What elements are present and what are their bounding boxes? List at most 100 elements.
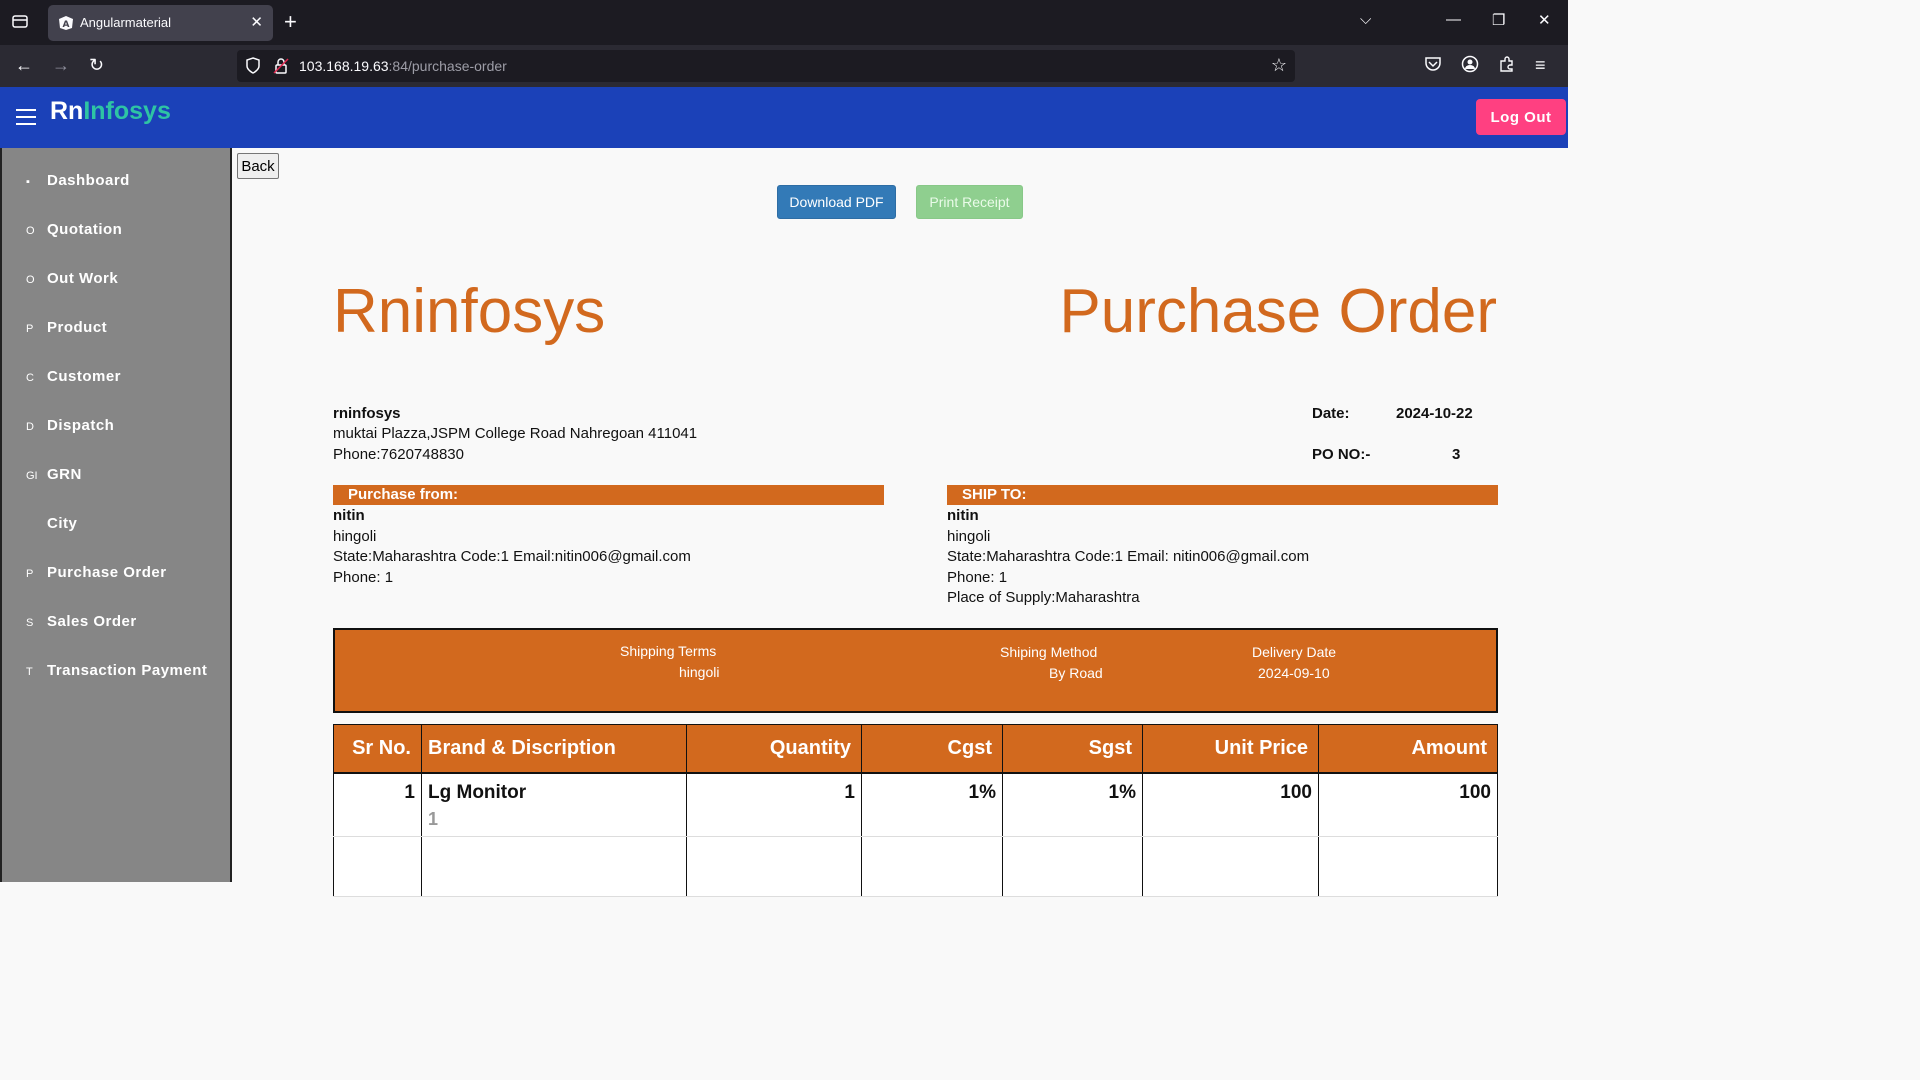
ship-to-state-email: State:Maharashtra Code:1 Email: nitin006… xyxy=(947,548,1310,565)
date-value: 2024-10-22 xyxy=(1396,405,1473,422)
sidebar-item-grn[interactable]: GI GRN xyxy=(2,456,232,496)
hamburger-menu-icon[interactable] xyxy=(16,109,36,125)
sidebar-item-label: Quotation xyxy=(47,221,123,238)
empty-cell xyxy=(861,836,1003,897)
item-description: 1 xyxy=(428,808,439,829)
browser-nav-bar: ← → ↻ 103.168.19.63:84/purchase-order ☆ … xyxy=(0,45,1568,87)
shipping-terms-value: hingoli xyxy=(679,664,720,680)
sidebar: ▪ Dashboard O Quotation O Out Work P Product C Cu… xyxy=(0,148,232,882)
empty-cell xyxy=(333,836,422,897)
sidebar-item-transaction-payment[interactable]: T Transaction Payment xyxy=(2,652,232,692)
main-content: Back Download PDF Print Receipt Rninfosy… xyxy=(232,148,1568,897)
purchase-from-header: Purchase from: xyxy=(333,485,884,505)
svg-text:A: A xyxy=(63,20,70,30)
app-header: RnInfosys Log Out xyxy=(0,87,1568,148)
sidebar-item-product[interactable]: P Product xyxy=(2,309,232,349)
shield-icon xyxy=(246,57,260,74)
document-title: Purchase Order xyxy=(1059,277,1497,346)
dashboard-icon: ▪ xyxy=(26,176,30,188)
ship-to-phone: Phone: 1 xyxy=(947,569,1008,586)
seller-phone: Phone:7620748830 xyxy=(333,446,464,463)
minimize-icon[interactable]: — xyxy=(1446,11,1461,28)
account-icon[interactable] xyxy=(1461,55,1479,77)
col-amount: Amount xyxy=(1318,724,1498,774)
vendor-name: nitin xyxy=(333,507,365,524)
close-tab-icon[interactable]: ✕ xyxy=(250,13,263,31)
item-brand: Lg Monitor xyxy=(428,781,527,803)
shipping-method-value: By Road xyxy=(1049,665,1103,681)
d-icon: D xyxy=(26,421,34,433)
o-icon: O xyxy=(26,274,35,286)
download-pdf-button[interactable]: Download PDF xyxy=(777,185,896,219)
t-icon: T xyxy=(26,666,33,678)
empty-cell xyxy=(686,836,862,897)
items-header-row: Sr No. Brand & Discription Quantity Cgst… xyxy=(333,724,1498,774)
p-icon: P xyxy=(26,568,34,580)
sidebar-item-label: Sales Order xyxy=(47,613,137,630)
col-cgst: Cgst xyxy=(861,724,1003,774)
browser-tab-bar: A Angularmaterial ✕ + ⌵ — ❐ ✕ xyxy=(0,0,1568,45)
sidebar-item-label: Transaction Payment xyxy=(47,662,208,679)
vendor-city: hingoli xyxy=(333,528,377,545)
brand-logo: RnInfosys xyxy=(50,97,171,125)
delivery-date-label: Delivery Date xyxy=(1252,644,1337,660)
vendor-state-email: State:Maharashtra Code:1 Email:nitin006@… xyxy=(333,548,691,565)
place-of-supply: Place of Supply:Maharashtra xyxy=(947,589,1140,606)
browser-tab[interactable]: A Angularmaterial ✕ xyxy=(48,5,273,41)
sidebar-item-city[interactable]: City xyxy=(2,505,232,545)
gi-icon: GI xyxy=(26,470,38,482)
sidebar-item-out-work[interactable]: O Out Work xyxy=(2,260,232,300)
ship-to-name: nitin xyxy=(947,507,979,524)
print-receipt-button[interactable]: Print Receipt xyxy=(916,185,1023,219)
col-sr-no: Sr No. xyxy=(333,724,422,774)
sidebar-item-quotation[interactable]: O Quotation xyxy=(2,211,232,251)
s-icon: S xyxy=(26,617,34,629)
sidebar-item-customer[interactable]: C Customer xyxy=(2,358,232,398)
empty-cell xyxy=(1142,836,1319,897)
new-tab-icon[interactable]: + xyxy=(284,9,297,35)
sidebar-item-dispatch[interactable]: D Dispatch xyxy=(2,407,232,447)
vendor-phone: Phone: 1 xyxy=(333,569,394,586)
seller-name: rninfosys xyxy=(333,405,401,422)
sidebar-item-dashboard[interactable]: ▪ Dashboard xyxy=(2,162,232,202)
bookmark-star-icon[interactable]: ☆ xyxy=(1271,55,1287,76)
items-table: Sr No. Brand & Discription Quantity Cgst… xyxy=(333,724,1498,897)
cell-sgst: 1% xyxy=(1002,772,1143,837)
ship-to-header: SHIP TO: xyxy=(947,485,1498,505)
url-bar[interactable]: 103.168.19.63:84/purchase-order ☆ xyxy=(237,50,1295,82)
forward-arrow-icon[interactable]: → xyxy=(52,55,70,75)
col-unit-price: Unit Price xyxy=(1142,724,1319,774)
extensions-icon[interactable] xyxy=(1498,55,1516,77)
pocket-icon[interactable] xyxy=(1424,55,1442,77)
sidebar-item-label: GRN xyxy=(47,466,82,483)
logout-button[interactable]: Log Out xyxy=(1476,99,1566,135)
tab-title: Angularmaterial xyxy=(80,15,172,30)
cell-brand-description: Lg Monitor 1 xyxy=(421,772,687,837)
delivery-date-value: 2024-09-10 xyxy=(1258,665,1330,681)
cell-cgst: 1% xyxy=(861,772,1003,837)
list-all-tabs-icon[interactable]: ⌵ xyxy=(1360,11,1371,28)
close-window-icon[interactable]: ✕ xyxy=(1538,11,1551,29)
reload-icon[interactable]: ↻ xyxy=(89,55,104,75)
p-icon: P xyxy=(26,323,34,335)
tab-list-icon[interactable] xyxy=(10,12,30,32)
sidebar-item-sales-order[interactable]: S Sales Order xyxy=(2,603,232,643)
empty-cell xyxy=(1318,836,1498,897)
col-brand-description: Brand & Discription xyxy=(421,724,687,774)
back-arrow-icon[interactable]: ← xyxy=(15,55,33,75)
po-number-label: PO NO:- xyxy=(1312,446,1371,463)
cell-amount: 100 xyxy=(1318,772,1498,837)
ship-to-city: hingoli xyxy=(947,528,991,545)
restore-icon[interactable]: ❐ xyxy=(1492,11,1505,29)
table-row-empty xyxy=(333,836,1498,897)
table-row: 1 Lg Monitor 1 1 1% 1% 100 100 xyxy=(333,772,1498,837)
url-text: 103.168.19.63:84/purchase-order xyxy=(299,58,507,74)
sidebar-item-label: Dispatch xyxy=(47,417,115,434)
back-button[interactable]: Back xyxy=(237,153,279,179)
po-number-value: 3 xyxy=(1452,446,1461,463)
menu-icon[interactable]: ≡ xyxy=(1535,55,1546,75)
sidebar-item-purchase-order[interactable]: P Purchase Order xyxy=(2,554,232,594)
company-title: Rninfosys xyxy=(333,277,606,346)
lock-icon xyxy=(273,58,289,74)
q-icon: O xyxy=(26,225,35,237)
